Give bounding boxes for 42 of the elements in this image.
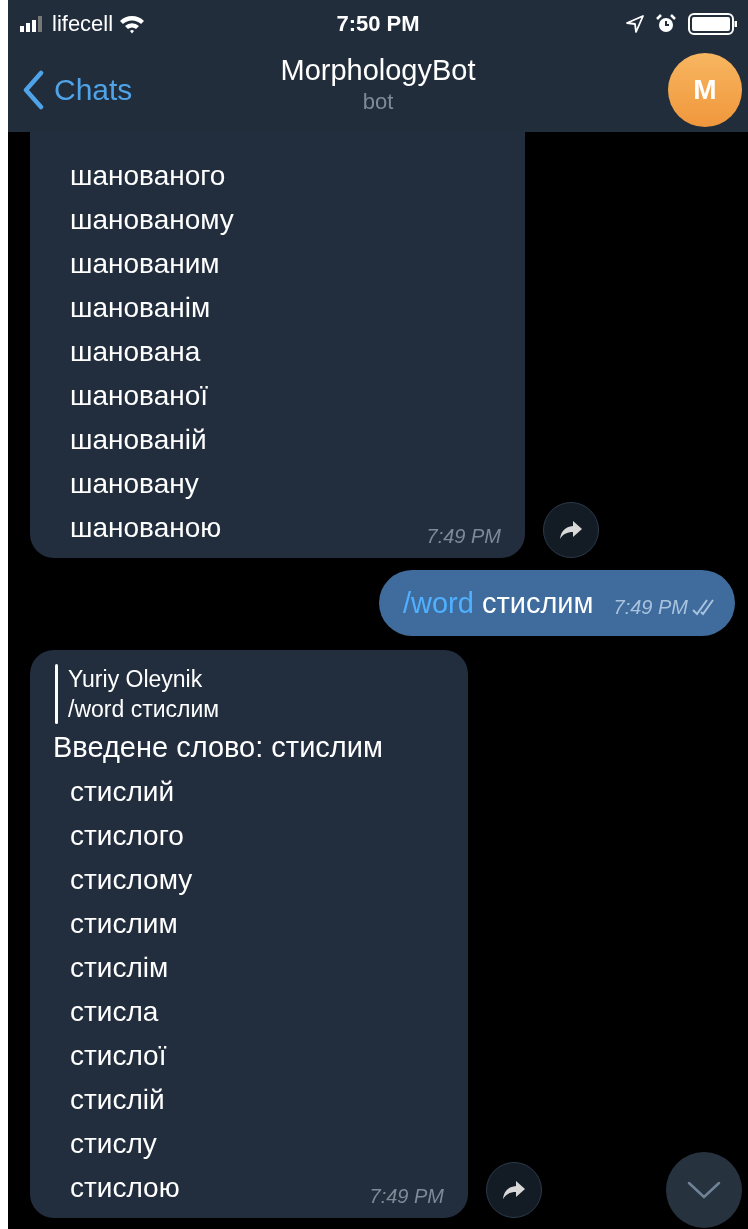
word-form: стислого: [70, 819, 185, 853]
word-form: шанованою: [70, 511, 223, 545]
wifi-icon: [119, 14, 146, 34]
reply-text: /word стислим: [68, 695, 220, 724]
word-form: шанованім: [70, 291, 212, 325]
chat-title: MorphologyBot: [280, 54, 476, 87]
alarm-icon: [656, 14, 676, 34]
word-form: шановану: [70, 467, 200, 501]
reply-author: Yuriy Oleynik: [68, 665, 204, 694]
share-icon: [559, 520, 583, 540]
word-form: стислому: [70, 863, 193, 897]
share-button[interactable]: [486, 1162, 542, 1218]
battery-icon: [688, 12, 738, 36]
share-icon: [502, 1180, 526, 1200]
word-form: шанованого: [70, 159, 227, 193]
message-time: 7:49 PM: [613, 595, 688, 619]
word-form: шанована: [70, 335, 202, 369]
word-form: стислій: [70, 1083, 166, 1117]
word-form: стислої: [70, 1039, 168, 1073]
word-form: шанованій: [70, 423, 208, 457]
chat-subtitle: bot: [362, 89, 394, 115]
chevron-down-icon: [687, 1181, 721, 1199]
word-form: стислий: [70, 775, 176, 809]
clock-time: 7:50 PM: [336, 11, 420, 36]
chevron-left-icon: [22, 70, 44, 110]
message-time: 7:49 PM: [425, 525, 501, 549]
word-form: стислу: [70, 1127, 158, 1161]
location-icon: [626, 15, 644, 33]
message-text: /word стислим: [403, 586, 594, 620]
word-form: стислім: [70, 951, 170, 985]
word-form: шанованим: [70, 247, 221, 281]
message-text: Введене слово: стислим: [53, 730, 384, 765]
message-time: 7:49 PM: [368, 1185, 444, 1209]
quote-bar: [55, 664, 58, 724]
share-button[interactable]: [543, 502, 599, 558]
back-button[interactable]: Chats: [22, 70, 133, 110]
word-form: стислим: [70, 907, 179, 941]
word-form: стислою: [70, 1171, 181, 1205]
word-form: шанованому: [70, 203, 234, 237]
word-form: шанованої: [70, 379, 210, 413]
carrier-name: lifecell: [52, 11, 114, 37]
word-form: стисла: [70, 995, 160, 1029]
